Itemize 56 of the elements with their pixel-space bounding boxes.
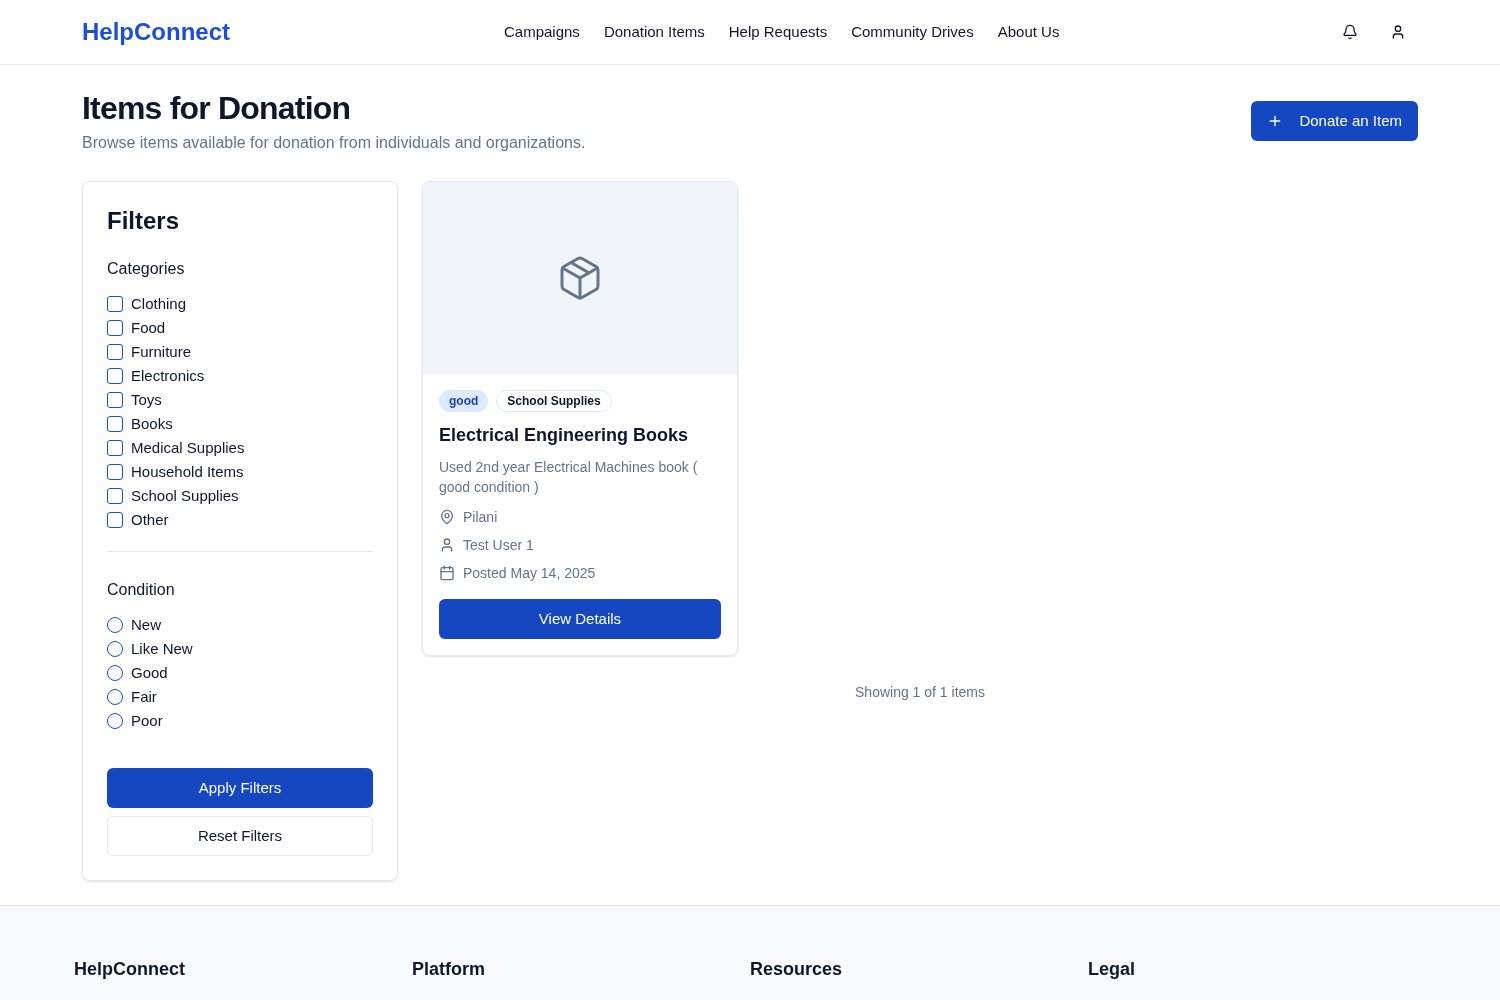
nav-link[interactable]: Donation Items — [603, 20, 705, 44]
category-label: Food — [131, 317, 166, 338]
category-checkbox[interactable] — [107, 296, 123, 312]
footer-heading: HelpConnect — [74, 958, 186, 981]
category-checkbox[interactable] — [107, 320, 123, 336]
category-checkbox[interactable] — [107, 440, 123, 456]
item-location: Pilani — [463, 507, 498, 527]
reset-filters-button[interactable]: Reset Filters — [107, 816, 373, 856]
apply-filters-button[interactable]: Apply Filters — [107, 768, 373, 808]
category-label: Household Items — [131, 461, 244, 482]
category-checkbox[interactable] — [107, 464, 123, 480]
category-checkbox[interactable] — [107, 488, 123, 504]
condition-label: Poor — [131, 710, 163, 731]
item-description: Used 2nd year Electrical Machines book ( good condition ) — [439, 458, 699, 497]
donate-button[interactable]: Donate an Item — [1251, 101, 1418, 141]
section-title: Categories — [107, 259, 186, 279]
category-checkbox[interactable] — [107, 368, 123, 384]
category-label: Furniture — [131, 341, 192, 362]
category-label: Electronics — [131, 365, 205, 386]
footer-heading: Resources — [750, 958, 844, 981]
item-date: Posted May 14, 2025 — [463, 563, 596, 583]
category-label: Clothing — [131, 293, 187, 314]
section-title: Condition — [107, 580, 176, 600]
nav-link[interactable]: Community Drives — [851, 20, 974, 44]
nav-link[interactable]: Help Requests — [728, 20, 828, 44]
filters-title: Filters — [107, 207, 181, 235]
category-checkbox[interactable] — [107, 512, 123, 528]
condition-label: Like New — [131, 638, 193, 659]
condition-label: Fair — [131, 686, 157, 707]
category-label: Books — [131, 413, 173, 434]
category-label: Medical Supplies — [131, 437, 245, 458]
category-label: Toys — [131, 389, 162, 410]
view-details-button[interactable]: View Details — [439, 599, 721, 639]
user-icon[interactable] — [1390, 24, 1406, 40]
category-label: School Supplies — [131, 485, 239, 506]
item-user: Test User 1 — [463, 535, 534, 555]
condition-badge: good — [439, 390, 489, 412]
location-pin-icon — [439, 509, 455, 525]
category-checkbox[interactable] — [107, 392, 123, 408]
notifications-icon[interactable] — [1342, 24, 1358, 40]
condition-label: New — [131, 614, 161, 635]
footer-heading: Legal — [1088, 958, 1136, 981]
nav-link[interactable]: Campaigns — [504, 20, 580, 44]
condition-label: Good — [131, 662, 168, 683]
category-checkbox[interactable] — [107, 416, 123, 432]
category-checkbox[interactable] — [107, 344, 123, 360]
category-label: Other — [131, 509, 169, 530]
brand-logo[interactable]: HelpConnect — [82, 14, 482, 50]
page-title: Items for Donation — [82, 89, 352, 127]
user-icon — [439, 537, 455, 553]
nav-link[interactable]: About Us — [997, 20, 1060, 44]
item-title: Electrical Engineering Books — [439, 424, 690, 447]
results-count: Showing 1 of 1 items — [854, 683, 986, 702]
page-subtitle: Browse items available for donation from individuals and organizations. — [82, 133, 586, 153]
calendar-icon — [439, 565, 455, 581]
footer-heading: Platform — [412, 958, 486, 981]
